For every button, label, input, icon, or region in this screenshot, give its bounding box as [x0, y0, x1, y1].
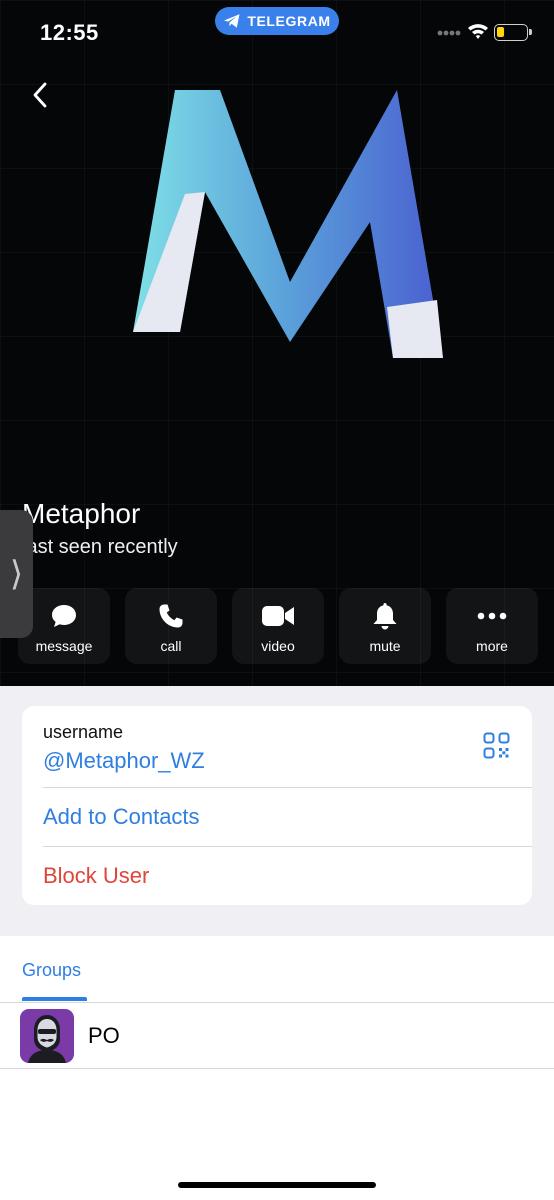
active-tab-indicator — [22, 997, 87, 1001]
shared-media-tabs: Groups — [0, 936, 554, 1002]
status-time: 12:55 — [40, 20, 99, 45]
qr-code-icon[interactable] — [483, 732, 510, 759]
telegram-plane-icon — [224, 14, 240, 28]
add-to-contacts-button[interactable]: Add to Contacts — [43, 804, 200, 830]
hooded-figure-icon — [28, 1015, 66, 1063]
video-button[interactable]: video — [232, 588, 324, 664]
group-name: PO — [88, 1023, 120, 1048]
divider — [0, 1068, 554, 1069]
mute-button[interactable]: mute — [339, 588, 431, 664]
group-avatar — [20, 1009, 74, 1063]
tab-groups[interactable]: Groups — [22, 960, 81, 981]
cellular-signal-icon — [437, 30, 461, 36]
home-indicator[interactable] — [178, 1182, 376, 1188]
profile-photo-header: 12:55 TELEGRAM Metaphor last seen recent… — [0, 0, 554, 686]
list-item[interactable]: PO — [0, 1003, 554, 1069]
telegram-pill[interactable]: TELEGRAM — [215, 7, 339, 35]
battery-icon — [494, 24, 532, 41]
divider — [43, 846, 532, 847]
bell-icon — [373, 603, 397, 630]
more-button[interactable]: more — [446, 588, 538, 664]
block-user-button[interactable]: Block User — [43, 863, 149, 889]
more-label: more — [476, 638, 508, 654]
call-label: call — [160, 638, 182, 654]
video-camera-icon — [262, 606, 294, 626]
metaphor-m-logo — [133, 90, 443, 358]
back-chevron-icon[interactable] — [26, 80, 56, 110]
username-label: username — [43, 722, 124, 742]
action-bar: message call video mute more — [18, 588, 538, 664]
last-seen-status: last seen recently — [22, 536, 178, 558]
video-label: video — [261, 638, 295, 654]
message-icon — [52, 605, 76, 627]
wifi-icon — [468, 24, 488, 39]
divider — [43, 787, 532, 788]
mute-label: mute — [369, 638, 401, 654]
telegram-pill-label: TELEGRAM — [247, 13, 331, 29]
chevron-right-icon: ⟩ — [9, 555, 24, 593]
call-button[interactable]: call — [125, 588, 217, 664]
username-row[interactable]: username @Metaphor_WZ — [22, 706, 532, 787]
username-value[interactable]: @Metaphor_WZ — [43, 748, 205, 774]
info-card: username @Metaphor_WZ Add to Contacts Bl… — [22, 706, 532, 905]
message-label: message — [35, 638, 93, 654]
side-panel-handle[interactable]: ⟩ — [0, 510, 33, 638]
more-dots-icon — [477, 612, 507, 620]
phone-icon — [159, 604, 183, 628]
profile-name: Metaphor — [22, 498, 141, 529]
status-bar: 12:55 TELEGRAM — [0, 0, 554, 66]
